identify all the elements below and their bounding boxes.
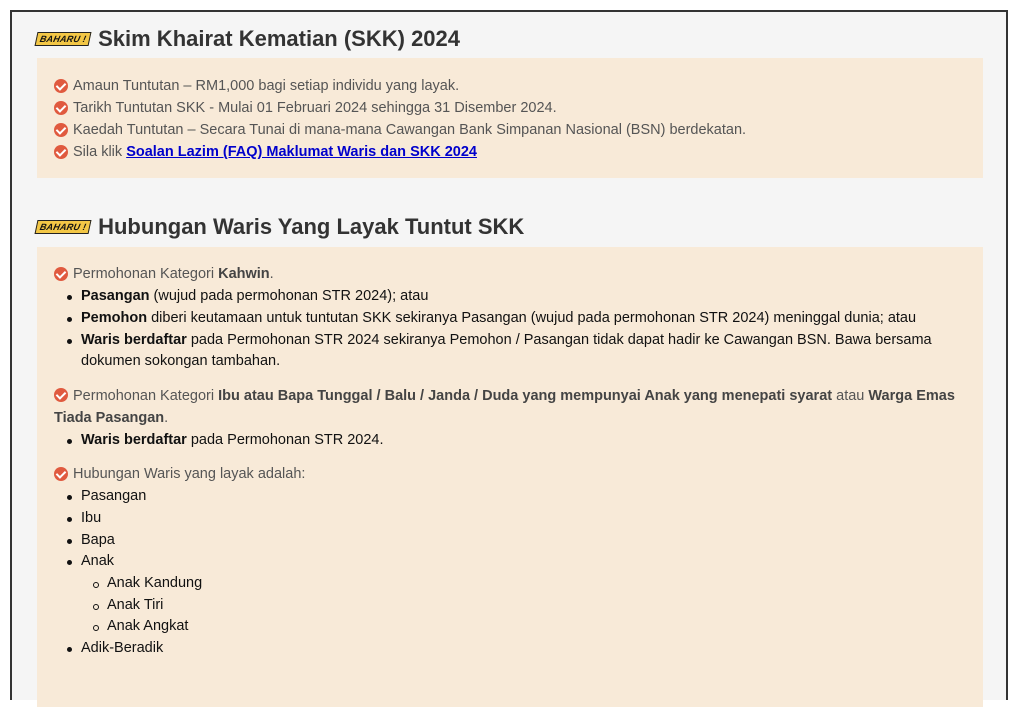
item-bold: Pasangan [81,288,150,304]
check-icon [54,267,68,281]
list-item: Pasangan (wujud pada permohonan STR 2024… [66,288,429,304]
waris-panel: Permohonan Kategori Kahwin. Pasangan (wu… [37,247,983,707]
item-bold: Waris berdaftar [81,332,187,348]
list-item: Ibu [66,510,102,526]
list-item: Anak [66,553,115,569]
faq-link[interactable]: Soalan Lazim (FAQ) Maklumat Waris dan SK… [126,144,477,160]
category-name: Kahwin [218,266,270,282]
item-text: (wujud pada permohonan STR 2024); atau [149,288,429,304]
category-mid: atau [836,388,865,404]
info-text: Tarikh Tuntutan SKK - Mulai 01 Februari … [73,100,557,116]
check-icon [54,145,68,159]
list-item: Pasangan [66,488,147,504]
skk-info-panel: Amaun Tuntutan – RM1,000 bagi setiap ind… [37,58,983,178]
category-name-2: Warga Emas [868,388,955,404]
sub-list-item: Anak Angkat [92,618,189,634]
item-text: pada Permohonan STR 2024. [186,432,384,448]
section-heading-skk: BAHARU ! Skim Khairat Kematian (SKK) 202… [34,26,461,52]
section-title: Skim Khairat Kematian (SKK) 2024 [98,26,461,51]
new-badge: BAHARU ! [34,32,92,46]
category-prefix: Permohonan Kategori [73,388,215,404]
new-badge: BAHARU ! [34,220,92,234]
sub-list-item: Anak Tiri [92,597,164,613]
list-item: Adik-Beradik [66,640,164,656]
faq-prefix: Sila klik [73,144,123,160]
info-text: Kaedah Tuntutan – Secara Tunai di mana-m… [73,122,747,138]
category-tunggal: Permohonan Kategori Ibu atau Bapa Tungga… [54,385,964,429]
list-item: Bapa [67,532,115,548]
check-icon [54,79,68,93]
category-prefix: Permohonan Kategori [73,266,215,282]
list-item: Waris berdaftar pada Permohonan STR 2024… [67,432,384,448]
list-item: Waris berdaftar pada Permohonan STR 2024… [67,332,932,348]
info-item: Sila klik Soalan Lazim (FAQ) Maklumat Wa… [54,144,477,160]
check-icon [54,467,68,481]
item-bold: Pemohon [81,310,148,326]
section-title: Hubungan Waris Yang Layak Tuntut SKK [98,214,525,239]
item-text: diberi keutamaan untuk tuntutan SKK seki… [147,310,917,326]
category-name-3: Tiada Pasangan [54,410,165,426]
category-name: Ibu atau Bapa Tunggal / Balu / Janda / D… [218,388,833,404]
info-text: Amaun Tuntutan – RM1,000 bagi setiap ind… [73,78,460,94]
info-item: Amaun Tuntutan – RM1,000 bagi setiap ind… [54,78,459,94]
info-item: Kaedah Tuntutan – Secara Tunai di mana-m… [54,122,746,138]
item-text: pada Permohonan STR 2024 sekiranya Pemoh… [186,332,932,348]
item-bold: Waris berdaftar [81,432,187,448]
list-item: Pemohon diberi keutamaan untuk tuntutan … [66,310,917,326]
category-suffix: . [269,266,274,282]
item-continuation: dokumen sokongan tambahan. [81,353,281,369]
section-heading-waris: BAHARU ! Hubungan Waris Yang Layak Tuntu… [34,214,525,240]
category-hubungan: Hubungan Waris yang layak adalah: [54,466,305,482]
sub-list-item: Anak Kandung [92,575,203,591]
check-icon [54,123,68,137]
category-suffix: . [164,410,169,426]
check-icon [54,388,68,402]
check-icon [54,101,68,115]
category-intro: Hubungan Waris yang layak adalah: [73,466,306,482]
category-kahwin: Permohonan Kategori Kahwin. [54,266,274,282]
info-item: Tarikh Tuntutan SKK - Mulai 01 Februari … [54,100,557,116]
